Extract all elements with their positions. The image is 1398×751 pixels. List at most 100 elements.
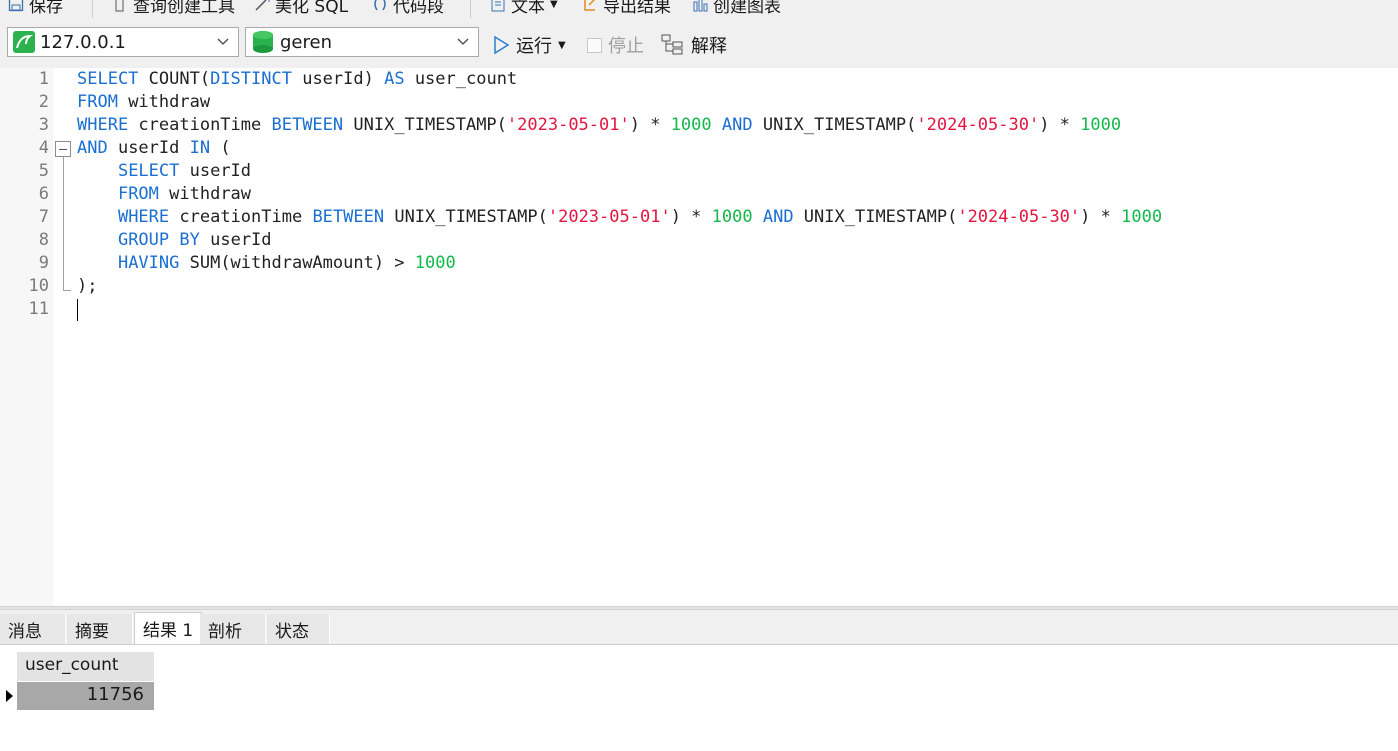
code-token: UNIX_TIMESTAMP(: [793, 207, 958, 227]
code-token: creationTime: [128, 115, 272, 135]
code-token: withdraw: [117, 92, 211, 112]
chevron-down-icon[interactable]: ▼: [558, 40, 566, 51]
line-number: 1: [38, 69, 49, 89]
stop-button[interactable]: 停止: [587, 32, 644, 58]
code-token: SELECT: [77, 69, 139, 89]
text-caret: [77, 299, 78, 321]
sql-code[interactable]: SELECT COUNT(DISTINCT userId) AS user_co…: [77, 68, 1162, 321]
database-icon: [253, 31, 273, 53]
column-header-user-count[interactable]: user_count: [17, 652, 154, 681]
line-number: 9: [38, 253, 49, 273]
explain-button[interactable]: 解释: [661, 32, 727, 58]
run-button[interactable]: 运行 ▼: [492, 32, 566, 58]
table-cell[interactable]: 11756: [17, 682, 154, 710]
magic-wand-icon: [255, 0, 270, 11]
tab-profile[interactable]: 剖析: [200, 614, 266, 644]
document-icon: [491, 0, 505, 12]
explain-label: 解释: [691, 36, 727, 57]
code-token: ) *: [1080, 207, 1122, 227]
text-mode-button[interactable]: 文本 ▼: [490, 0, 558, 18]
tab-messages[interactable]: 消息: [0, 614, 66, 644]
save-button[interactable]: 保存: [8, 0, 63, 18]
tab-result-1[interactable]: 结果 1: [134, 612, 202, 644]
code-token: GROUP: [117, 230, 170, 250]
code-token: user_count: [404, 69, 518, 89]
database-value: geren: [280, 31, 332, 53]
code-line: WHERE creationTime BETWEEN UNIX_TIMESTAM…: [77, 206, 1162, 229]
fold-guide-end: [63, 290, 71, 291]
snippet-button[interactable]: 代码段: [372, 0, 444, 18]
code-token: AS: [384, 69, 405, 89]
code-token: SELECT: [117, 161, 180, 181]
code-line: FROM withdraw: [77, 91, 1162, 114]
code-token: '2023-05-01': [547, 207, 671, 227]
beautify-sql-button[interactable]: 美化 SQL: [254, 0, 348, 18]
code-token: ) *: [629, 115, 671, 135]
code-line: WHERE creationTime BETWEEN UNIX_TIMESTAM…: [77, 114, 1162, 137]
code-token: ) *: [670, 207, 712, 227]
code-token: SUM(withdrawAmount) >: [179, 253, 415, 273]
code-token: COUNT(: [138, 69, 211, 89]
query-builder-label: 查询创建工具: [133, 0, 235, 17]
database-select[interactable]: geren: [245, 27, 479, 57]
code-token: 1000: [711, 207, 753, 227]
save-label: 保存: [29, 0, 63, 17]
line-number: 5: [38, 161, 49, 181]
tab-label: 消息: [8, 622, 42, 642]
tab-status[interactable]: 状态: [267, 614, 330, 644]
code-line: AND userId IN (: [77, 137, 1162, 160]
code-line: GROUP BY userId: [77, 229, 1162, 252]
line-number: 6: [38, 184, 49, 204]
line-number: 8: [38, 230, 49, 250]
chevron-down-icon[interactable]: ▼: [550, 0, 558, 10]
code-token: IN: [189, 138, 211, 158]
code-token: WHERE: [117, 207, 170, 227]
export-results-label: 导出结果: [603, 0, 671, 17]
line-number: 10: [28, 276, 49, 296]
connection-value: 127.0.0.1: [40, 31, 126, 53]
code-line: FROM withdraw: [77, 183, 1162, 206]
stop-label: 停止: [608, 36, 644, 57]
explain-icon: [661, 34, 683, 55]
code-token: AND: [77, 138, 108, 158]
code-token: userId): [291, 69, 385, 89]
cell-value: 11756: [86, 684, 144, 705]
save-icon: [8, 0, 24, 12]
line-number: 11: [28, 299, 49, 319]
run-label: 运行: [516, 36, 552, 57]
snippet-label: 代码段: [393, 0, 444, 17]
code-line: );: [77, 275, 1162, 298]
result-grid: user_count 11756: [0, 644, 1398, 751]
code-token: BETWEEN: [312, 207, 385, 227]
code-token: userId: [107, 138, 190, 158]
query-builder-button[interactable]: 查询创建工具: [112, 0, 235, 18]
export-results-button[interactable]: 导出结果: [582, 0, 671, 18]
toolbar-divider: [92, 0, 93, 18]
code-token: '2024-05-30': [916, 115, 1040, 135]
code-token: userId: [179, 161, 252, 181]
code-token: UNIX_TIMESTAMP(: [752, 115, 917, 135]
create-chart-button[interactable]: 创建图表: [692, 0, 781, 18]
connection-select[interactable]: 127.0.0.1: [7, 27, 239, 57]
toolbar-divider: [470, 0, 471, 18]
sql-editor[interactable]: 1 2 3 4 5 6 7 8 9 10 11 SELECT COUNT(DISTINCT user…: [0, 68, 1398, 606]
code-token: BETWEEN: [271, 115, 344, 135]
stop-icon: [587, 37, 602, 53]
code-token: ) *: [1039, 115, 1081, 135]
tab-summary[interactable]: 摘要: [67, 614, 133, 644]
chart-icon: [693, 0, 708, 12]
editor-results-splitter[interactable]: [0, 606, 1398, 610]
code-token: withdraw: [158, 184, 252, 204]
code-token: userId: [199, 230, 272, 250]
code-token: FROM: [117, 184, 159, 204]
fold-toggle[interactable]: [55, 141, 71, 157]
chevron-down-icon: [457, 38, 469, 45]
code-token: 1000: [670, 115, 712, 135]
